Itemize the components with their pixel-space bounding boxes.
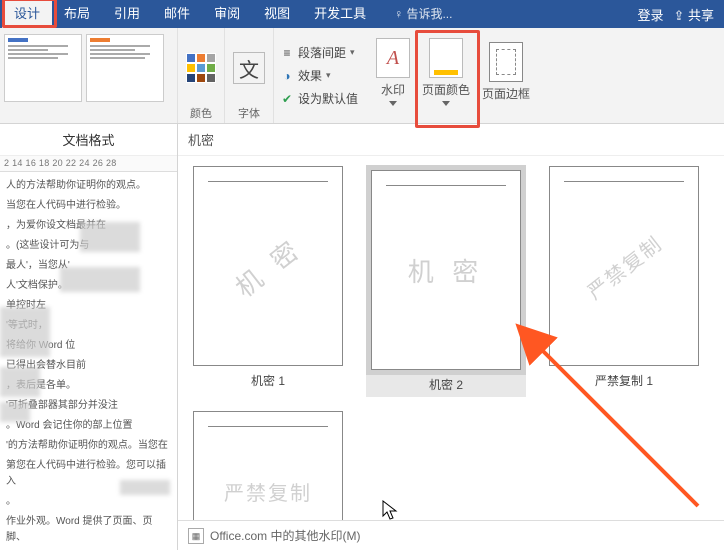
- watermark-icon: A: [376, 38, 410, 78]
- paragraph-spacing-label: 段落间距: [298, 44, 346, 61]
- left-pane: 文档格式 2 14 16 18 20 22 24 26 28 人的方法帮助你证明…: [0, 124, 178, 550]
- ruler: 2 14 16 18 20 22 24 26 28: [0, 156, 177, 172]
- theme-gallery[interactable]: [0, 28, 178, 123]
- fonts-label: 字体: [238, 105, 260, 121]
- watermark-text: 严禁复制: [580, 227, 667, 304]
- watermark-gallery: 机密 机 密 机密 1 机 密 机密 2 严禁复制 严禁复制 1 严禁复制: [178, 124, 724, 550]
- theme-thumb[interactable]: [4, 34, 82, 102]
- ribbon-tabs: 设计 布局 引用 邮件 审阅 视图 开发工具 ♀ 告诉我... 登录 ⇪ 共享: [0, 0, 724, 28]
- fonts-group: 文 字体: [225, 28, 274, 123]
- colors-button[interactable]: [186, 33, 216, 103]
- tab-layout[interactable]: 布局: [52, 0, 102, 28]
- colors-label: 颜色: [190, 105, 212, 121]
- watermark-option-nocopy-1[interactable]: 严禁复制 严禁复制 1: [544, 166, 704, 397]
- mouse-cursor: [382, 500, 398, 522]
- spacing-icon: ≡: [280, 46, 294, 60]
- more-watermarks-link[interactable]: ▦ Office.com 中的其他水印(M): [178, 520, 724, 550]
- check-icon: ✔: [280, 92, 294, 106]
- effects-icon: ◑: [280, 69, 294, 83]
- watermark-caption: 机密 2: [429, 376, 463, 393]
- watermark-text: 机 密: [408, 252, 485, 289]
- page-borders-button[interactable]: 页面边框: [476, 28, 536, 116]
- effects-label: 效果: [298, 67, 322, 84]
- chevron-down-icon: [442, 101, 450, 106]
- ribbon: 颜色 文 字体 ≡段落间距▾ ◑效果▾ ✔设为默认值 A 水印 页面颜色 页面边…: [0, 28, 724, 124]
- document-preview: 人的方法帮助你证明你的观点。当您在人代码中进行检验。，为爱你设文档最并在。(这些…: [0, 172, 177, 550]
- watermark-caption: 机密 1: [251, 372, 285, 389]
- colors-group: 颜色: [178, 28, 225, 123]
- tell-me-label: 告诉我...: [406, 7, 452, 21]
- watermark-caption: 严禁复制 1: [595, 372, 653, 389]
- share-label: 共享: [688, 8, 714, 23]
- page-color-label: 页面颜色: [422, 81, 470, 98]
- page-borders-icon: [489, 42, 523, 82]
- watermark-text: 严禁复制: [224, 477, 312, 506]
- login-button[interactable]: 登录: [637, 5, 663, 24]
- formatting-options: ≡段落间距▾ ◑效果▾ ✔设为默认值: [274, 28, 364, 123]
- share-button[interactable]: ⇪ 共享: [673, 5, 714, 24]
- more-watermarks-label: Office.com 中的其他水印(M): [210, 527, 360, 544]
- office-icon: ▦: [188, 528, 204, 544]
- effects-button[interactable]: ◑效果▾: [280, 67, 358, 84]
- watermark-button[interactable]: A 水印: [370, 28, 416, 116]
- watermark-option-confidential-1[interactable]: 机 密 机密 1: [188, 166, 348, 397]
- watermark-option-nocopy-2[interactable]: 严禁复制: [188, 411, 348, 520]
- tab-mailings[interactable]: 邮件: [152, 0, 202, 28]
- content-area: 文档格式 2 14 16 18 20 22 24 26 28 人的方法帮助你证明…: [0, 124, 724, 550]
- watermark-text: 机 密: [226, 228, 309, 304]
- chevron-down-icon: [389, 101, 397, 106]
- tab-review[interactable]: 审阅: [202, 0, 252, 28]
- page-color-button[interactable]: 页面颜色: [416, 28, 476, 116]
- tab-design[interactable]: 设计: [2, 0, 52, 28]
- watermark-label: 水印: [381, 81, 405, 98]
- paragraph-spacing-button[interactable]: ≡段落间距▾: [280, 44, 358, 61]
- theme-thumb[interactable]: [86, 34, 164, 102]
- gallery-body: 机 密 机密 1 机 密 机密 2 严禁复制 严禁复制 1 严禁复制: [178, 156, 724, 520]
- gallery-section-header: 机密: [178, 124, 724, 156]
- tab-references[interactable]: 引用: [102, 0, 152, 28]
- set-default-label: 设为默认值: [298, 90, 358, 107]
- tab-view[interactable]: 视图: [252, 0, 302, 28]
- palette-icon: [186, 53, 216, 83]
- fonts-button[interactable]: 文: [233, 33, 265, 103]
- tell-me[interactable]: ♀ 告诉我...: [382, 0, 464, 28]
- page-borders-label: 页面边框: [482, 85, 530, 102]
- page-color-icon: [429, 38, 463, 78]
- set-default-button[interactable]: ✔ 设为默认值: [280, 90, 358, 107]
- doc-format-header: 文档格式: [0, 124, 177, 156]
- tab-developer[interactable]: 开发工具: [302, 0, 378, 28]
- watermark-option-confidential-2[interactable]: 机 密 机密 2: [366, 166, 526, 397]
- font-icon: 文: [233, 52, 265, 84]
